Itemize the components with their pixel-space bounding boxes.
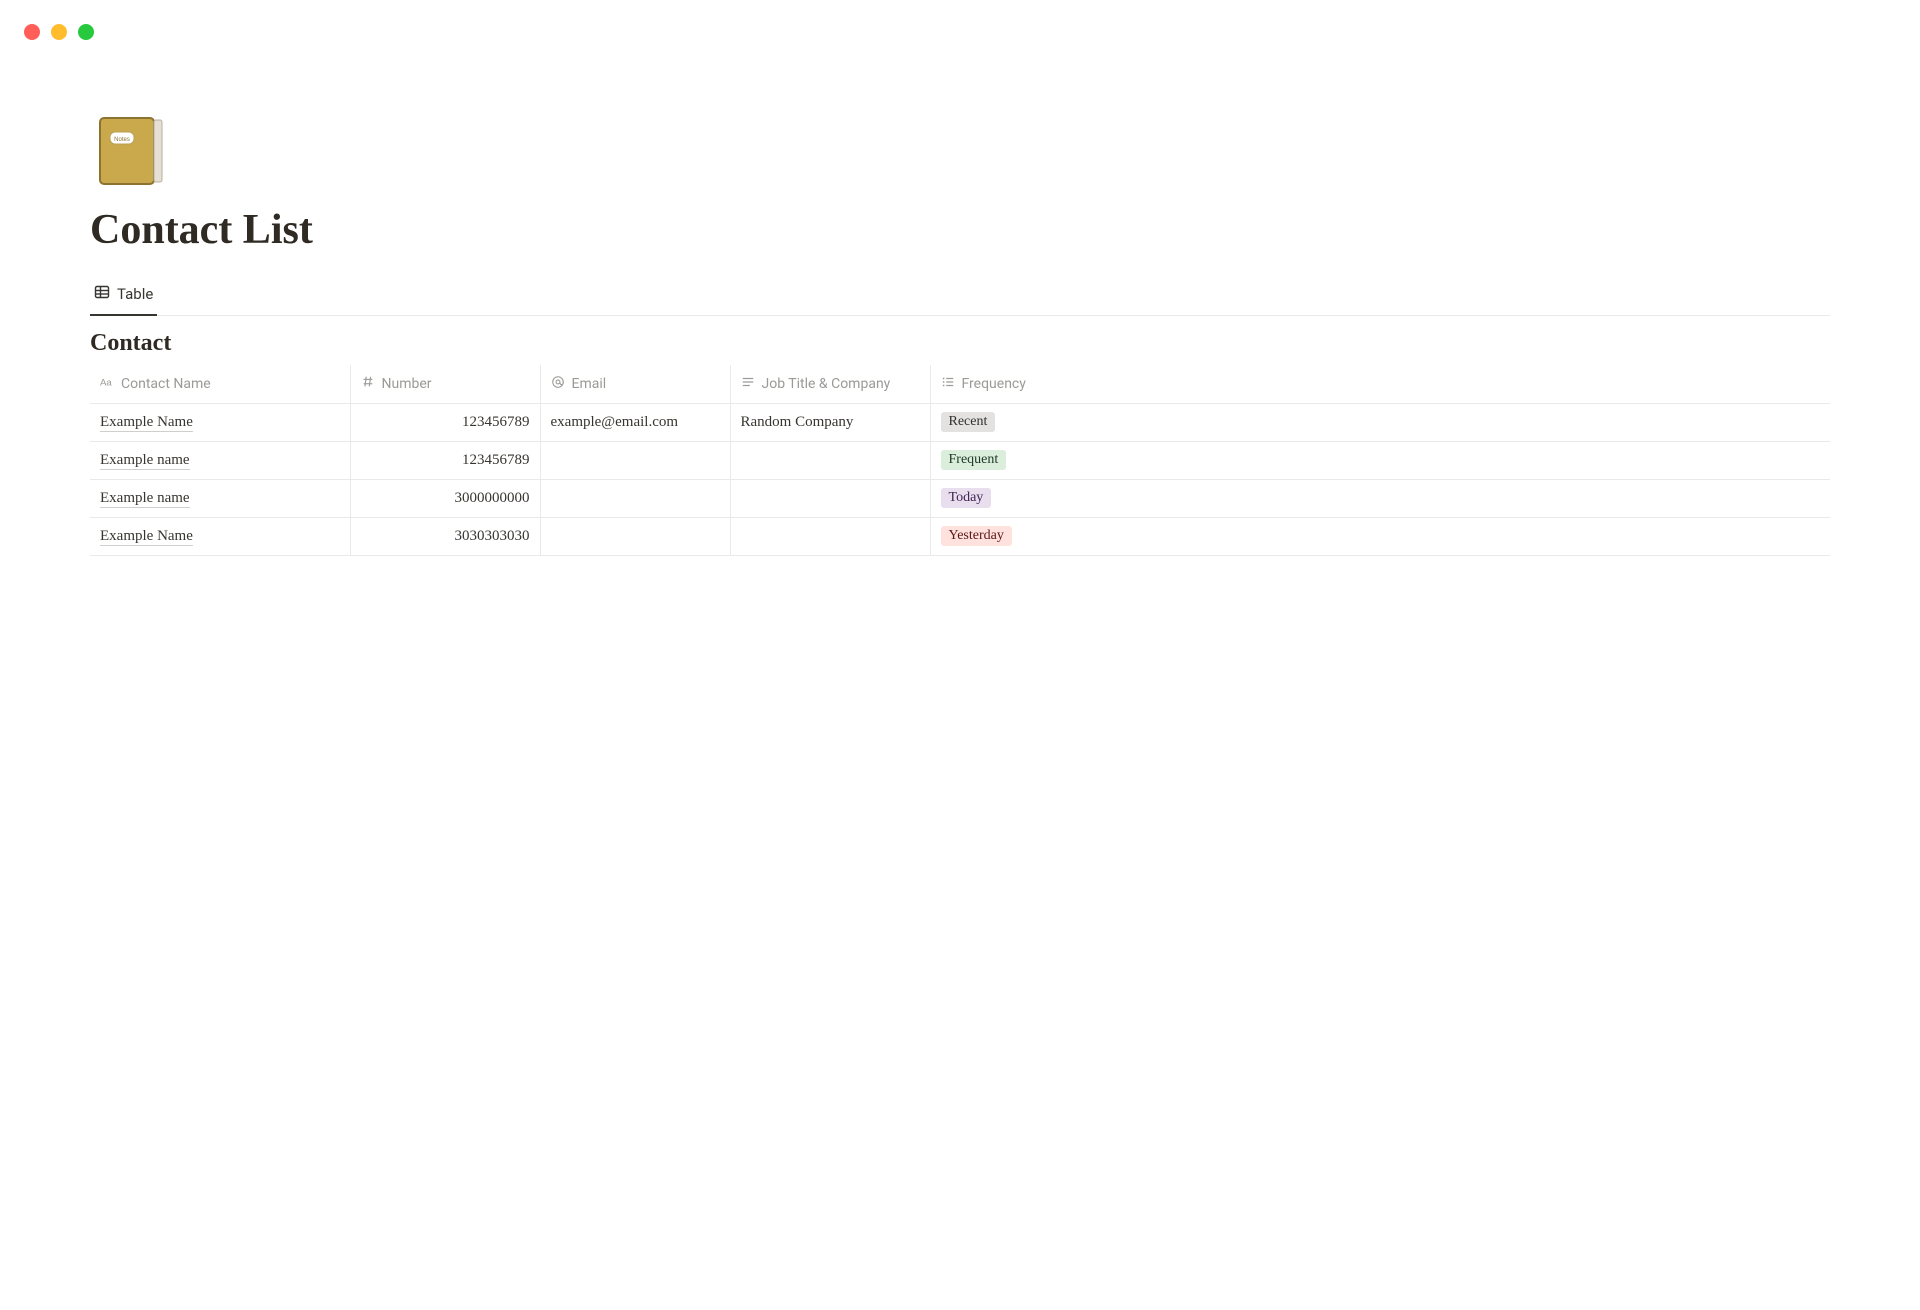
frequency-tag: Yesterday xyxy=(941,526,1012,546)
frequency-tag: Recent xyxy=(941,412,996,432)
cell-contact-name[interactable]: Example Name xyxy=(90,403,350,441)
column-label: Contact Name xyxy=(121,376,211,392)
column-label: Job Title & Company xyxy=(762,376,891,392)
cell-number[interactable]: 3000000000 xyxy=(350,479,540,517)
maximize-icon[interactable] xyxy=(78,24,94,40)
column-header-email[interactable]: Email xyxy=(540,365,730,403)
tab-table[interactable]: Table xyxy=(90,278,157,316)
close-icon[interactable] xyxy=(24,24,40,40)
cell-frequency[interactable]: Frequent xyxy=(930,441,1830,479)
database-title[interactable]: Contact xyxy=(90,330,1830,357)
cell-contact-name[interactable]: Example name xyxy=(90,479,350,517)
cell-number[interactable]: 123456789 xyxy=(350,441,540,479)
column-header-number[interactable]: Number xyxy=(350,365,540,403)
column-label: Number xyxy=(382,376,432,392)
frequency-tag: Today xyxy=(941,488,992,508)
cell-number[interactable]: 3030303030 xyxy=(350,517,540,555)
table-row[interactable]: Example name 123456789 Frequent xyxy=(90,441,1830,479)
window-traffic-lights xyxy=(24,24,94,40)
title-property-icon: Aa xyxy=(100,375,114,393)
cell-contact-name[interactable]: Example name xyxy=(90,441,350,479)
cell-frequency[interactable]: Yesterday xyxy=(930,517,1830,555)
table-row[interactable]: Example Name 123456789 example@email.com… xyxy=(90,403,1830,441)
table-header-row: Aa Contact Name Number xyxy=(90,365,1830,403)
cell-job[interactable] xyxy=(730,517,930,555)
table-row[interactable]: Example name 3000000000 Today xyxy=(90,479,1830,517)
cell-number[interactable]: 123456789 xyxy=(350,403,540,441)
column-label: Frequency xyxy=(962,376,1026,392)
cell-frequency[interactable]: Today xyxy=(930,479,1830,517)
svg-text:Aa: Aa xyxy=(100,377,112,388)
page-title[interactable]: Contact List xyxy=(90,206,1830,254)
tab-label: Table xyxy=(117,285,153,303)
table-icon xyxy=(94,284,110,304)
cell-email[interactable] xyxy=(540,479,730,517)
svg-text:Notes: Notes xyxy=(114,137,130,143)
column-header-frequency[interactable]: Frequency xyxy=(930,365,1830,403)
minimize-icon[interactable] xyxy=(51,24,67,40)
email-property-icon xyxy=(551,375,565,393)
view-tabs: Table xyxy=(90,278,1830,316)
contacts-table: Aa Contact Name Number xyxy=(90,365,1830,556)
cell-job[interactable]: Random Company xyxy=(730,403,930,441)
cell-contact-name[interactable]: Example Name xyxy=(90,517,350,555)
column-header-job[interactable]: Job Title & Company xyxy=(730,365,930,403)
cell-email[interactable] xyxy=(540,517,730,555)
cell-job[interactable] xyxy=(730,441,930,479)
notebook-icon[interactable]: Notes xyxy=(90,110,170,190)
text-property-icon xyxy=(741,375,755,393)
column-header-name[interactable]: Aa Contact Name xyxy=(90,365,350,403)
cell-job[interactable] xyxy=(730,479,930,517)
cell-email[interactable]: example@email.com xyxy=(540,403,730,441)
table-row[interactable]: Example Name 3030303030 Yesterday xyxy=(90,517,1830,555)
number-property-icon xyxy=(361,375,375,393)
frequency-tag: Frequent xyxy=(941,450,1007,470)
cell-frequency[interactable]: Recent xyxy=(930,403,1830,441)
select-property-icon xyxy=(941,375,955,393)
cell-email[interactable] xyxy=(540,441,730,479)
page-container: Notes Contact List Table Contact xyxy=(90,110,1830,556)
column-label: Email xyxy=(572,376,607,392)
